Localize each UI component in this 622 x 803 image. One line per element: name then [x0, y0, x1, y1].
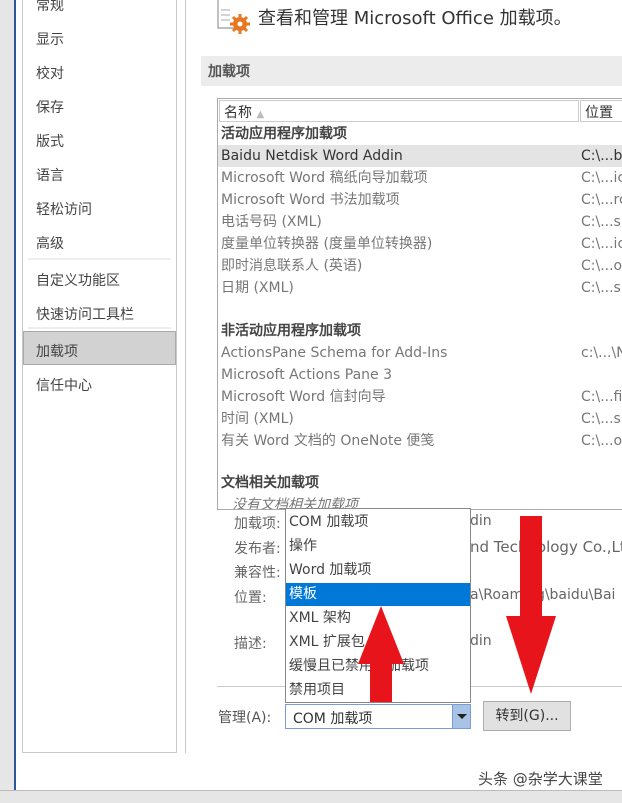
manage-label: 管理(A):: [218, 710, 272, 726]
page-title: 查看和管理 Microsoft Office 加载项。: [258, 8, 572, 29]
list-item[interactable]: ActionsPane Schema for Add-Insc:\...\N: [218, 342, 622, 364]
go-button[interactable]: 转到(G)...: [483, 701, 571, 731]
addins-gear-icon: [217, 0, 250, 34]
sidebar-item-general[interactable]: 常规: [36, 0, 64, 15]
detail-label-description: 描述:: [234, 636, 267, 652]
list-item[interactable]: Microsoft Word 信封向导 C:\...fi: [218, 386, 622, 408]
addins-list[interactable]: 名称 ▲ 位置 活动应用程序加载项 Baidu Netdisk Word Add…: [217, 98, 622, 510]
sidebar-item-proofing[interactable]: 校对: [36, 63, 64, 83]
list-item[interactable]: 电话号码 (XML) C:\...s': [218, 211, 622, 233]
group-header: 非活动应用程序加载项: [221, 323, 361, 339]
detail-label-publisher: 发布者:: [234, 541, 281, 557]
red-arrow-down-icon: [506, 516, 556, 694]
detail-value-description: din: [470, 633, 492, 649]
sidebar-item-display[interactable]: 显示: [36, 29, 64, 49]
sidebar-item-advanced[interactable]: 高级: [36, 233, 64, 253]
section-header: 加载项: [201, 56, 622, 86]
list-item[interactable]: 时间 (XML) C:\...s': [218, 408, 622, 430]
chevron-down-icon[interactable]: [452, 705, 470, 728]
sidebar-item-accessibility[interactable]: 轻松访问: [36, 199, 92, 219]
option-com-addins[interactable]: COM 加载项: [286, 511, 470, 534]
sidebar-item-addins[interactable]: 加载项: [36, 341, 78, 361]
list-item[interactable]: Microsoft Actions Pane 3: [218, 364, 622, 386]
divider: [28, 327, 171, 329]
sidebar-item-language[interactable]: 语言: [36, 165, 64, 185]
detail-label-compatibility: 兼容性:: [234, 565, 281, 581]
column-header-location[interactable]: 位置: [580, 100, 622, 122]
option-templates[interactable]: 模板: [286, 583, 470, 606]
group-header: 文档相关加载项: [221, 475, 319, 491]
list-item[interactable]: 度量单位转换器 (度量单位转换器) C:\...ic: [218, 233, 622, 255]
manage-select[interactable]: COM 加载项: [285, 704, 471, 729]
sidebar-item-trust-center[interactable]: 信任中心: [36, 375, 92, 395]
window-bottom-edge: [0, 790, 622, 803]
option-word-addins[interactable]: Word 加载项: [286, 559, 470, 582]
list-item[interactable]: 日期 (XML) C:\...s': [218, 277, 622, 299]
list-item[interactable]: 有关 Word 文档的 OneNote 便笺 C:\...o: [218, 430, 622, 452]
red-arrow-up-icon: [358, 606, 404, 702]
column-header-name[interactable]: 名称 ▲: [219, 100, 579, 122]
detail-value-addin: din: [470, 513, 492, 529]
sidebar-item-save[interactable]: 保存: [36, 97, 64, 117]
sidebar: 常规 显示 校对 保存 版式 语言 轻松访问 高级 自定义功能区 快速访问工具栏…: [22, 0, 177, 753]
watermark: 头条 @杂学大课堂: [478, 770, 603, 788]
detail-label-location: 位置:: [234, 590, 267, 606]
list-item[interactable]: Microsoft Word 书法加载项C:\...rc: [218, 189, 622, 211]
option-actions[interactable]: 操作: [286, 535, 470, 558]
sort-ascending-icon: ▲: [256, 109, 265, 120]
list-item[interactable]: Baidu Netdisk Word Addin C:\...b: [218, 145, 622, 167]
sidebar-item-customize-ribbon[interactable]: 自定义功能区: [36, 270, 120, 290]
group-header: 活动应用程序加载项: [221, 126, 347, 142]
list-item[interactable]: 即时消息联系人 (英语) C:\...o: [218, 255, 622, 277]
detail-label-addin: 加载项:: [234, 516, 281, 532]
sidebar-item-typography[interactable]: 版式: [36, 131, 64, 151]
sidebar-item-quick-access[interactable]: 快速访问工具栏: [36, 304, 134, 324]
divider: [28, 258, 171, 260]
list-item[interactable]: Microsoft Word 稿纸向导加载项 C:\...ic: [218, 167, 622, 189]
